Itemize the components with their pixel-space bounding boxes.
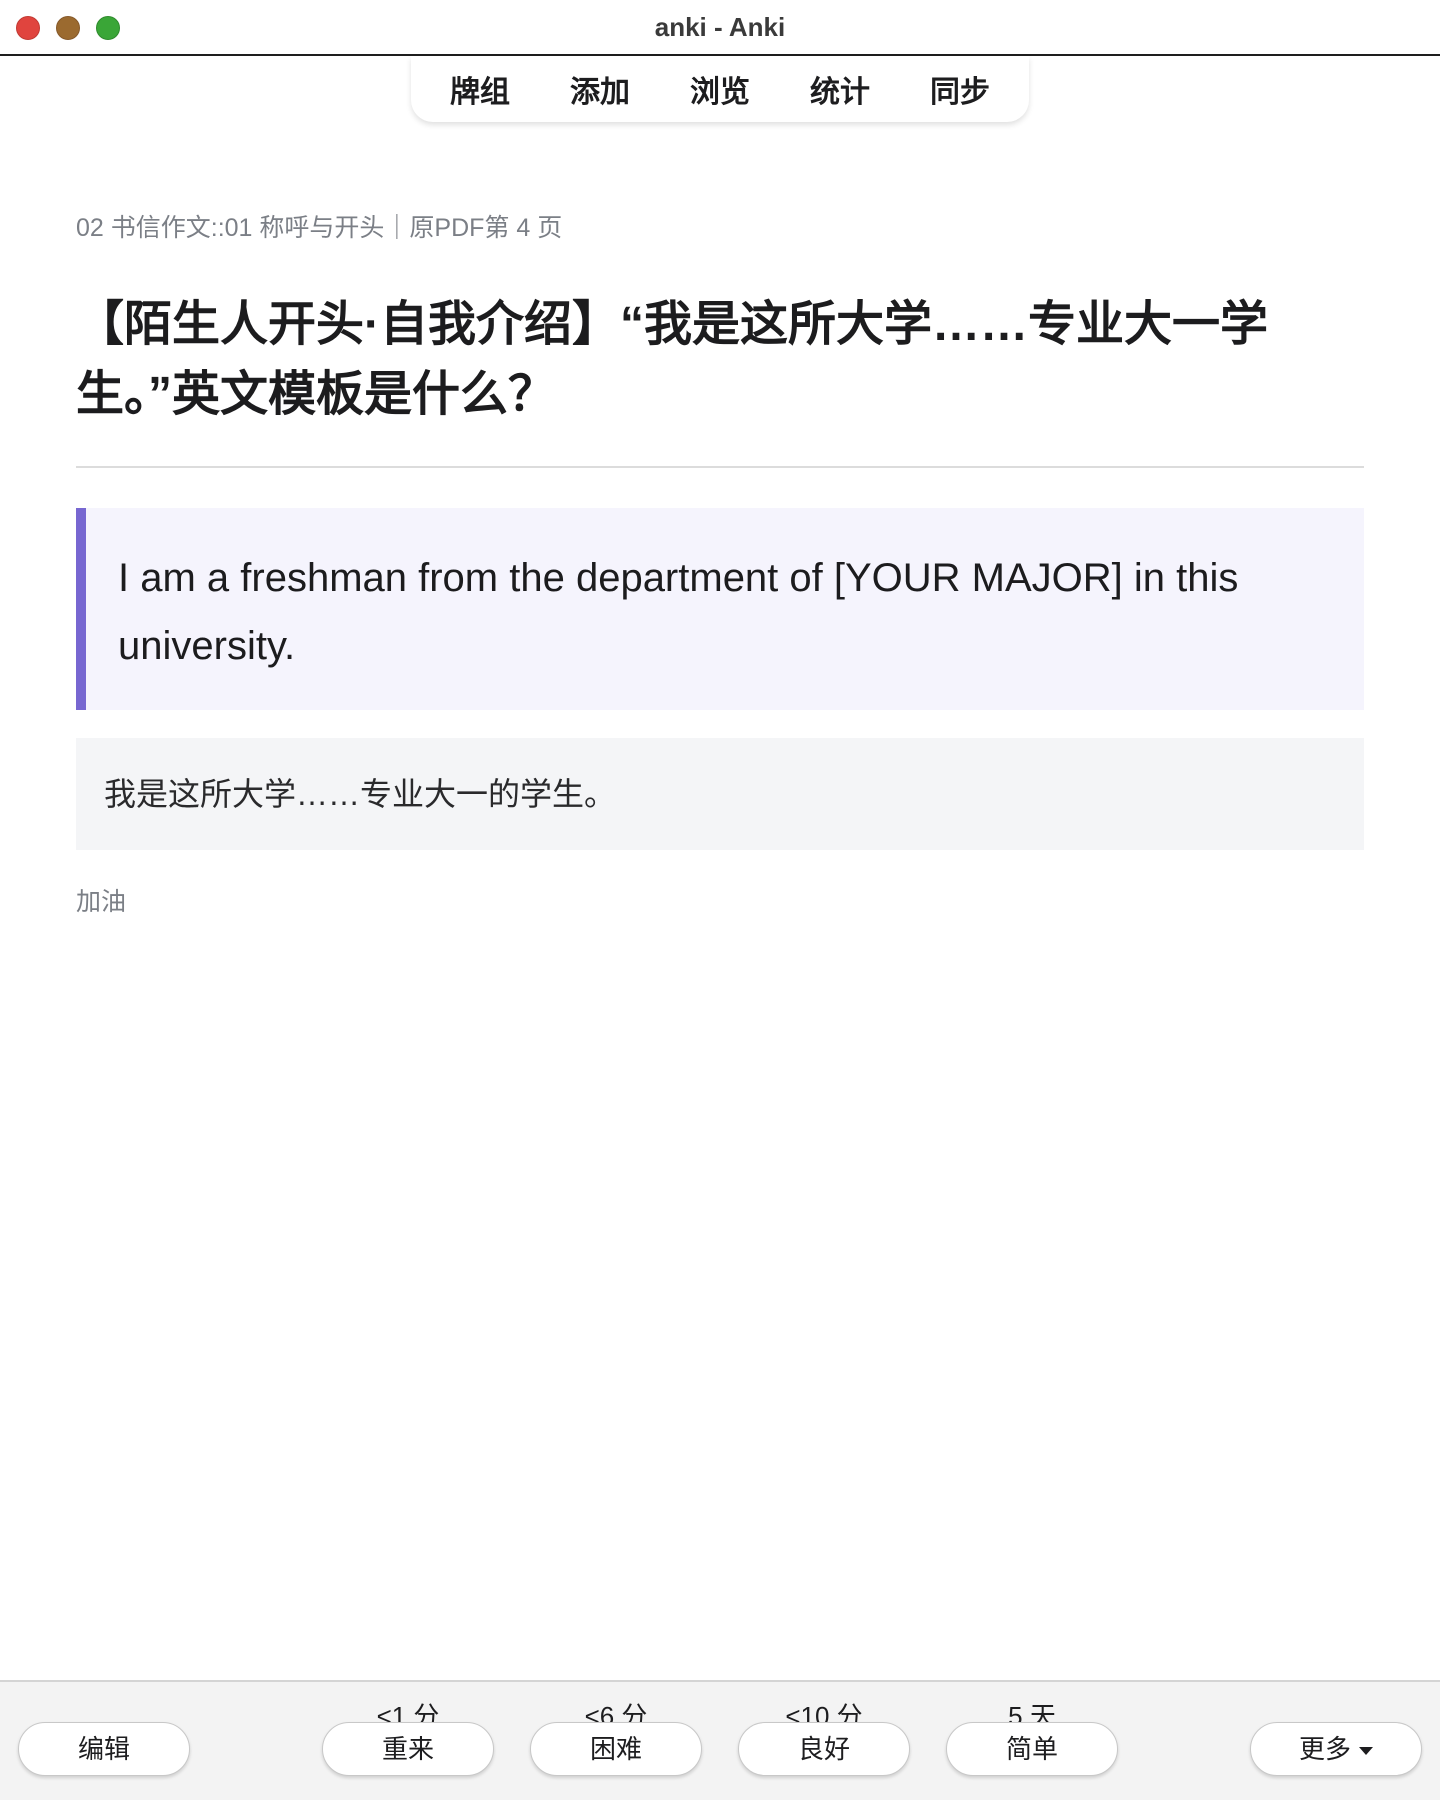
more-label: 更多 [1298,1734,1351,1764]
easy-button[interactable]: 简单 [946,1722,1118,1776]
nav-sync[interactable]: 同步 [900,67,1020,111]
anki-window: anki - Anki 牌组 添加 浏览 统计 同步 02 书信作文::01 称… [0,0,1440,1800]
english-answer: I am a freshman from the department of [… [76,508,1364,710]
title-bar[interactable]: anki - Anki [0,0,1440,56]
card-content: 02 书信作文::01 称呼与开头｜原PDF第 4 页 【陌生人开头·自我介绍】… [76,208,1364,918]
hard-button[interactable]: 困难 [530,1722,702,1776]
window-title: anki - Anki [654,12,786,42]
top-nav: 牌组 添加 浏览 统计 同步 [411,56,1029,122]
nav-decks[interactable]: 牌组 [420,67,540,111]
nav-stats[interactable]: 统计 [780,67,900,111]
review-bottom-bar: 编辑 <1 分 重来 <6 分 困难 <10 分 良好 5 天 简单 更多 [0,1680,1440,1800]
deck-path: 02 书信作文::01 称呼与开头｜原PDF第 4 页 [76,214,563,242]
again-button[interactable]: 重来 [322,1722,494,1776]
nav-add[interactable]: 添加 [540,67,660,111]
card-note: 加油 [76,888,127,916]
caret-down-icon [1359,1747,1373,1756]
more-button[interactable]: 更多 [1250,1722,1422,1776]
card-question: 【陌生人开头·自我介绍】“我是这所大学……专业大一学生。”英文模板是什么？ [76,298,1268,421]
good-button[interactable]: 良好 [738,1722,910,1776]
answer-divider [76,466,1364,468]
nav-browse[interactable]: 浏览 [660,67,780,111]
edit-button[interactable]: 编辑 [18,1722,190,1776]
chinese-translation: 我是这所大学……专业大一的学生。 [76,738,1364,850]
